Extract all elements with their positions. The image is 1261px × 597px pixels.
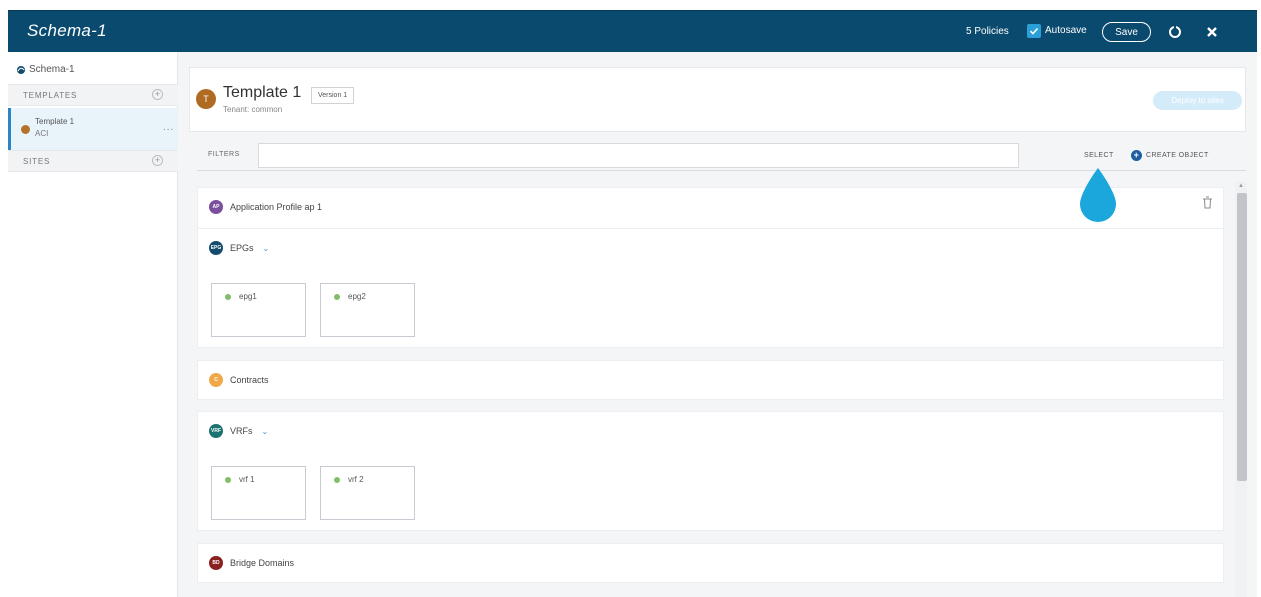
- vrf-status-icon: [225, 477, 231, 483]
- chevron-down-icon[interactable]: ⌄: [263, 244, 270, 253]
- vrf-card[interactable]: vrf 2: [320, 466, 415, 520]
- epg-label: epg2: [348, 292, 366, 301]
- epg-status-icon: [225, 294, 231, 300]
- add-template-icon[interactable]: +: [152, 89, 163, 100]
- epg-label: epg1: [239, 292, 257, 301]
- autosave-label: Autosave: [1045, 25, 1087, 36]
- close-icon[interactable]: [1204, 24, 1220, 40]
- contract-badge-icon: C: [209, 373, 223, 387]
- app-window: Schema-1 5 Policies Autosave Save Schema…: [8, 10, 1257, 597]
- vrf-label: vrf 1: [239, 475, 255, 484]
- templates-section: TEMPLATES +: [8, 84, 178, 106]
- ap-badge-icon: AP: [209, 200, 223, 214]
- vrfs-header[interactable]: VRF VRFs ⌄: [209, 424, 268, 438]
- epgs-header[interactable]: EPG EPGs ⌄: [209, 241, 269, 255]
- more-options-icon[interactable]: ...: [163, 122, 174, 133]
- vrf-card[interactable]: vrf 1: [211, 466, 306, 520]
- schema-icon: [17, 65, 25, 74]
- template-type: ACI: [35, 129, 49, 138]
- sidebar: Schema-1 TEMPLATES + Template 1 ACI ... …: [8, 52, 178, 597]
- scrollbar-thumb[interactable]: [1237, 193, 1247, 481]
- select-button[interactable]: SELECT: [1084, 152, 1114, 159]
- vrf-badge-icon: VRF: [209, 424, 223, 438]
- application-profile-title: Application Profile ap 1: [230, 202, 323, 212]
- divider: [198, 228, 1225, 229]
- template-icon: [21, 125, 30, 134]
- vrfs-card: VRF VRFs ⌄ vrf 1 vrf 2: [197, 411, 1224, 531]
- contracts-card: C Contracts: [197, 360, 1224, 400]
- plus-icon: +: [1131, 150, 1142, 161]
- create-object-label: CREATE OBJECT: [1146, 152, 1209, 159]
- filters-input[interactable]: [258, 143, 1019, 168]
- application-profile-card: AP Application Profile ap 1 EPG EPGs ⌄ e…: [197, 187, 1225, 348]
- vrf-label: vrf 2: [348, 475, 364, 484]
- epg-badge-icon: EPG: [209, 241, 223, 255]
- save-button[interactable]: Save: [1102, 22, 1151, 42]
- sites-label: SITES: [23, 157, 51, 166]
- schema-title: Schema-1: [27, 21, 107, 40]
- epgs-title: EPGs: [230, 243, 254, 253]
- deploy-to-sites-button[interactable]: Deploy to sites: [1153, 91, 1242, 110]
- bridge-domains-card: BD Bridge Domains: [197, 543, 1224, 583]
- policies-count[interactable]: 5 Policies: [966, 26, 1009, 37]
- epg-card[interactable]: epg1: [211, 283, 306, 337]
- template-name: Template 1: [35, 117, 75, 126]
- sidebar-schema-item[interactable]: Schema-1: [16, 64, 75, 75]
- add-site-icon[interactable]: +: [152, 155, 163, 166]
- vrf-status-icon: [334, 477, 340, 483]
- checkmark-icon: [1029, 27, 1039, 35]
- drop-pointer-icon: [1080, 168, 1116, 222]
- contracts-header[interactable]: C Contracts: [209, 373, 269, 387]
- bridge-domains-title: Bridge Domains: [230, 558, 295, 568]
- top-bar: Schema-1 5 Policies Autosave Save: [8, 10, 1257, 52]
- template-avatar: T: [196, 89, 216, 109]
- contracts-title: Contracts: [230, 375, 269, 385]
- epg-status-icon: [334, 294, 340, 300]
- template-header-card: T Template 1 Version 1 Tenant: common De…: [189, 67, 1246, 132]
- vrfs-title: VRFs: [230, 426, 253, 436]
- refresh-icon[interactable]: [1167, 24, 1183, 40]
- bd-badge-icon: BD: [209, 556, 223, 570]
- tenant-label: Tenant: common: [223, 105, 283, 114]
- sites-section: SITES +: [8, 150, 178, 172]
- sidebar-item-template-1[interactable]: Template 1 ACI ...: [8, 108, 178, 151]
- create-object-button[interactable]: + CREATE OBJECT: [1131, 150, 1209, 161]
- scroll-up-icon[interactable]: ▲: [1238, 183, 1244, 189]
- templates-label: TEMPLATES: [23, 91, 78, 100]
- bridge-domains-header[interactable]: BD Bridge Domains: [209, 556, 294, 570]
- trash-icon[interactable]: [1202, 196, 1213, 209]
- template-title: Template 1: [223, 84, 302, 101]
- filters-label: FILTERS: [208, 151, 240, 158]
- sidebar-schema-label: Schema-1: [29, 64, 75, 75]
- application-profile-header[interactable]: AP Application Profile ap 1: [209, 200, 322, 214]
- chevron-down-icon[interactable]: ⌄: [262, 427, 269, 436]
- epg-card[interactable]: epg2: [320, 283, 415, 337]
- autosave-checkbox[interactable]: [1027, 24, 1041, 38]
- version-badge: Version 1: [311, 87, 355, 104]
